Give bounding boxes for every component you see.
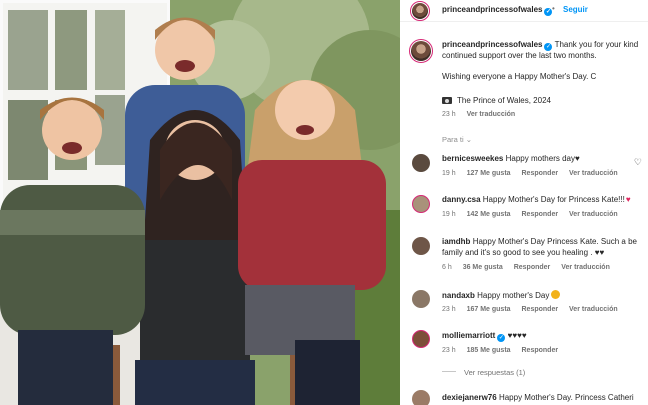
comment-time: 6 h xyxy=(442,264,452,271)
comment-avatar[interactable] xyxy=(412,195,430,213)
post-photo[interactable] xyxy=(0,0,400,405)
comment-line: molliemarriott ✓ ♥♥♥♥ xyxy=(442,331,527,342)
translate-link[interactable]: Ver traducción xyxy=(569,170,618,177)
comment-line: dexiejanerw76 Happy Mother's Day. Prince… xyxy=(442,393,634,402)
comment-time: 19 h xyxy=(442,170,456,177)
header-username[interactable]: princeandprincessofwales xyxy=(442,5,542,14)
reply-link[interactable]: Responder xyxy=(522,306,559,313)
author-avatar[interactable] xyxy=(410,1,430,21)
comment-text: Happy mother's Day xyxy=(477,291,550,300)
comment-meta: 23 h 167 Me gusta Responder Ver traducci… xyxy=(442,306,627,313)
comment-likes[interactable]: 127 Me gusta xyxy=(467,170,511,177)
reply-link[interactable]: Responder xyxy=(522,347,559,354)
caption-line-3: Wishing everyone a Happy Mother's Day. C xyxy=(442,72,597,81)
caption-time: 23 h xyxy=(442,111,456,118)
comment-text: Happy mothers day xyxy=(505,154,575,163)
post-side-panel: princeandprincessofwales ✓ • Seguir princ… xyxy=(400,0,648,405)
comment-text: Happy Mother's Day. Princess Catheri xyxy=(498,393,634,402)
comment-likes[interactable]: 185 Me gusta xyxy=(467,347,511,354)
comment-avatar[interactable] xyxy=(412,237,430,255)
caption-username[interactable]: princeandprincessofwales xyxy=(442,40,542,49)
comment-text: Happy Mother's Day for Princess Kate!!! xyxy=(482,195,625,204)
smiling-face-emoji-icon xyxy=(551,290,561,299)
camera-icon xyxy=(442,97,452,104)
comment-avatar[interactable] xyxy=(412,290,430,308)
heart-emoji: ♥ xyxy=(574,154,580,163)
caption-meta: 23 h Ver traducción xyxy=(442,111,524,118)
view-replies-link[interactable]: Ver respuestas (1) xyxy=(442,368,525,377)
comment-username[interactable]: danny.csa xyxy=(442,195,481,204)
like-heart-icon[interactable]: ♡ xyxy=(634,157,642,168)
comment-likes[interactable]: 142 Me gusta xyxy=(467,211,511,218)
comment-line: bernicesweekes Happy mothers day♥ xyxy=(442,154,580,163)
comment-username[interactable]: bernicesweekes xyxy=(442,154,503,163)
comment-time: 23 h xyxy=(442,306,456,313)
translate-link[interactable]: Ver traducción xyxy=(561,264,610,271)
for-you-label[interactable]: Para ti xyxy=(442,135,464,144)
comment-time: 19 h xyxy=(442,211,456,218)
author-username-link[interactable]: princeandprincessofwales ✓ xyxy=(442,5,553,16)
heart-emoji: ♥ xyxy=(625,195,631,204)
verified-badge-icon: ✓ xyxy=(544,43,553,51)
replies-divider xyxy=(442,371,456,372)
comment-meta: 19 h 127 Me gusta Responder Ver traducci… xyxy=(442,170,627,177)
comment-meta: 19 h 142 Me gusta Responder Ver traducci… xyxy=(442,211,627,218)
chevron-down-icon: ⌄ xyxy=(465,135,473,144)
family-photo-illustration xyxy=(0,0,400,405)
comment-line: nandaxb Happy mother's Day xyxy=(442,290,561,300)
caption-credit-line: The Prince of Wales, 2024 xyxy=(442,96,551,106)
reply-link[interactable]: Responder xyxy=(514,264,551,271)
comment-avatar[interactable] xyxy=(412,330,430,348)
view-replies-label[interactable]: Ver respuestas (1) xyxy=(464,368,525,377)
caption-text-1: Thank you for your kind xyxy=(554,40,639,49)
caption-line-2: continued support over the last two mont… xyxy=(442,51,597,60)
comment-username[interactable]: dexiejanerw76 xyxy=(442,393,497,402)
caption-line-1: princeandprincessofwales ✓ Thank you for … xyxy=(442,40,638,51)
comment-line: iamdhb Happy Mother's Day Princess Kate.… xyxy=(442,237,637,246)
caption-translate-link[interactable]: Ver traducción xyxy=(467,111,516,118)
header-separator: • xyxy=(552,4,555,13)
comment-meta: 23 h 185 Me gusta Responder xyxy=(442,347,567,354)
comment-username[interactable]: iamdhb xyxy=(442,237,470,246)
comment-username[interactable]: nandaxb xyxy=(442,291,475,300)
caption-avatar[interactable] xyxy=(409,39,433,63)
reply-link[interactable]: Responder xyxy=(522,170,559,177)
comment-line: danny.csa Happy Mother's Day for Princes… xyxy=(442,195,631,204)
follow-button[interactable]: Seguir xyxy=(563,5,588,14)
comment-line-2: family and it's so good to see you heali… xyxy=(442,248,605,257)
comment-likes[interactable]: 167 Me gusta xyxy=(467,306,511,313)
translate-link[interactable]: Ver traducción xyxy=(569,306,618,313)
reply-link[interactable]: Responder xyxy=(522,211,559,218)
verified-badge-icon: ✓ xyxy=(497,334,506,342)
comment-likes[interactable]: 36 Me gusta xyxy=(463,264,503,271)
comment-time: 23 h xyxy=(442,347,456,354)
post-header: princeandprincessofwales ✓ • Seguir xyxy=(400,0,648,22)
comment-avatar[interactable] xyxy=(412,390,430,405)
comment-username[interactable]: molliemarriott xyxy=(442,331,495,340)
caption-credit: The Prince of Wales, 2024 xyxy=(457,96,551,105)
comment-text: Happy Mother's Day Princess Kate. Such a… xyxy=(472,237,637,246)
comment-text: ♥♥♥♥ xyxy=(507,331,527,340)
comment-meta: 6 h 36 Me gusta Responder Ver traducción xyxy=(442,264,619,271)
comment-avatar[interactable] xyxy=(412,154,430,172)
for-you-filter[interactable]: Para ti ⌄ xyxy=(442,135,472,144)
translate-link[interactable]: Ver traducción xyxy=(569,211,618,218)
